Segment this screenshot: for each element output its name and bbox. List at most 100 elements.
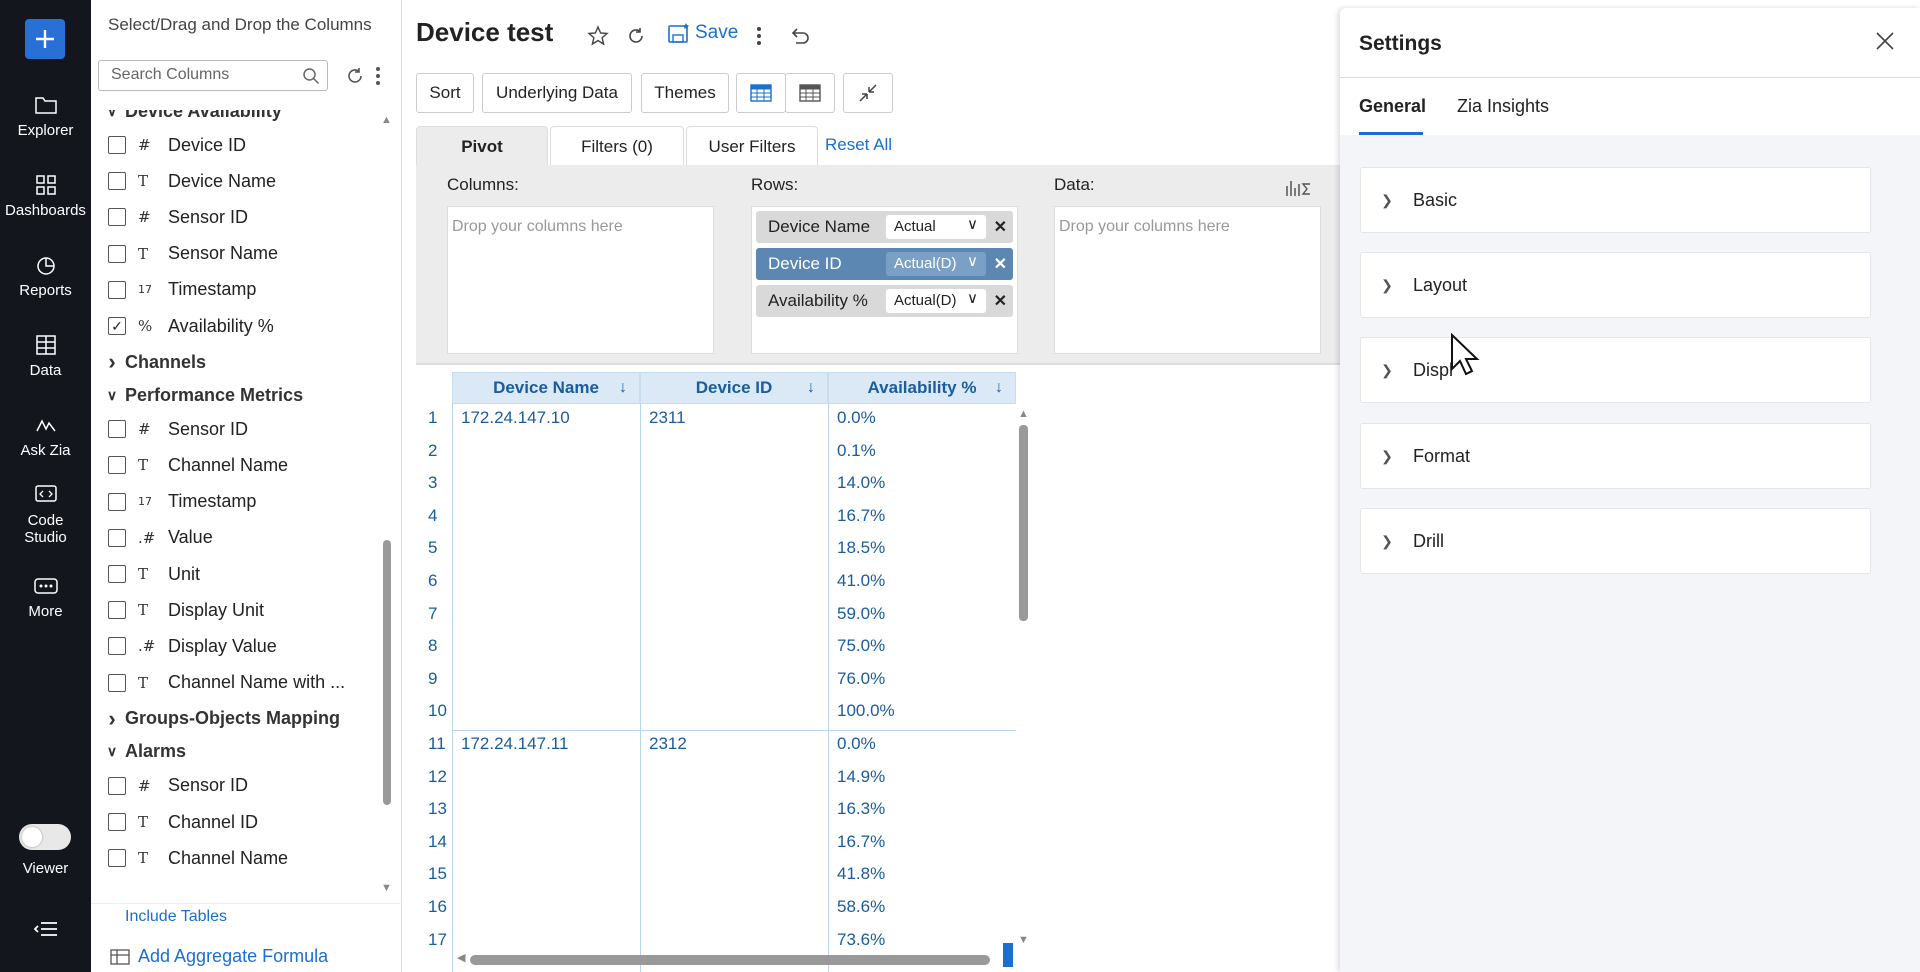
checkbox[interactable] xyxy=(108,208,126,227)
column-group-1[interactable]: › Channels xyxy=(91,347,381,377)
column-item[interactable]: T Device Name xyxy=(91,166,381,196)
row-field-chip[interactable]: Device ID Actual(D) ∨ ✕ xyxy=(756,248,1013,280)
save-button[interactable]: Save xyxy=(667,22,738,44)
tab-pivot[interactable]: Pivot xyxy=(416,126,548,166)
availability-cell[interactable]: 73.6% xyxy=(837,930,885,950)
tab-zia-insights[interactable]: Zia Insights xyxy=(1457,96,1549,117)
availability-cell[interactable]: 18.5% xyxy=(837,538,885,558)
sort-arrow-icon[interactable]: ↓ xyxy=(807,379,815,397)
checkbox[interactable] xyxy=(108,601,126,620)
grid-scroll-left-icon[interactable]: ◀ xyxy=(457,951,465,964)
column-group-2[interactable]: ∨ Performance Metrics xyxy=(91,380,381,410)
column-item[interactable]: T Display Unit xyxy=(91,595,381,625)
column-item[interactable]: T Unit xyxy=(91,559,381,589)
accordion-drill[interactable]: ❯ Drill xyxy=(1360,508,1871,574)
grid-vertical-scrollbar[interactable] xyxy=(1019,425,1028,621)
availability-cell[interactable]: 0.0% xyxy=(837,734,876,754)
accordion-format[interactable]: ❯ Format xyxy=(1360,423,1871,489)
checkbox[interactable] xyxy=(108,244,126,263)
chart-summary-icon[interactable] xyxy=(1284,178,1312,198)
checkbox[interactable] xyxy=(108,136,126,154)
sort-arrow-icon[interactable]: ↓ xyxy=(619,379,627,397)
column-group-4[interactable]: ∨ Alarms xyxy=(91,737,381,767)
availability-cell[interactable]: 58.6% xyxy=(837,897,885,917)
column-item[interactable]: # Device ID xyxy=(91,130,381,160)
nav-dashboards[interactable]: Dashboards xyxy=(0,174,91,219)
row-field-chip[interactable]: Device Name Actual ∨ ✕ xyxy=(756,211,1013,243)
column-item[interactable]: T Channel ID xyxy=(91,807,381,837)
availability-cell[interactable]: 41.8% xyxy=(837,864,885,884)
column-header[interactable]: Availability % ↓ xyxy=(828,372,1016,404)
tab-filters[interactable]: Filters (0) xyxy=(550,126,684,166)
availability-cell[interactable]: 16.7% xyxy=(837,506,885,526)
column-item[interactable]: .# Display Value xyxy=(91,631,381,661)
collapse-nav-icon[interactable] xyxy=(33,918,59,945)
device-id-cell[interactable]: 2312 xyxy=(649,734,687,754)
column-header[interactable]: Device ID ↓ xyxy=(640,372,828,404)
nav-more[interactable]: More xyxy=(0,575,91,620)
grid-resize-handle[interactable] xyxy=(1003,943,1013,967)
table-layout-button[interactable] xyxy=(736,73,786,113)
availability-cell[interactable]: 14.0% xyxy=(837,473,885,493)
checkbox[interactable] xyxy=(108,849,126,868)
columns-drop-zone[interactable]: Drop your columns here xyxy=(447,206,714,354)
column-group-0[interactable]: ∨ Device Availability xyxy=(91,110,381,126)
nav-explorer[interactable]: Explorer xyxy=(0,94,91,139)
aggregation-dropdown[interactable]: Actual(D) ∨ xyxy=(886,252,986,276)
nav-reports[interactable]: Reports xyxy=(0,254,91,299)
refresh-icon[interactable] xyxy=(345,66,365,86)
accordion-layout[interactable]: ❯ Layout xyxy=(1360,252,1871,318)
checkbox[interactable] xyxy=(108,280,126,299)
close-icon[interactable] xyxy=(1874,30,1896,52)
grid-horizontal-scrollbar[interactable] xyxy=(470,955,990,965)
column-item[interactable]: T Channel Name xyxy=(91,450,381,480)
undo-icon[interactable] xyxy=(788,25,810,47)
checkbox[interactable] xyxy=(108,813,126,831)
column-item[interactable]: T Channel Name xyxy=(91,843,381,873)
checkbox[interactable] xyxy=(108,673,126,692)
favorite-star-icon[interactable] xyxy=(587,25,609,47)
checkbox[interactable]: ✓ xyxy=(108,317,126,335)
more-options-icon[interactable] xyxy=(375,66,381,86)
checkbox[interactable] xyxy=(108,637,126,656)
availability-cell[interactable]: 100.0% xyxy=(837,701,895,721)
collapse-button[interactable] xyxy=(843,73,893,113)
column-item[interactable]: T Sensor Name xyxy=(91,239,381,269)
sort-arrow-icon[interactable]: ↓ xyxy=(995,379,1003,397)
aggregation-dropdown[interactable]: Actual ∨ xyxy=(886,215,986,239)
data-drop-zone[interactable]: Drop your columns here xyxy=(1054,206,1321,354)
checkbox[interactable] xyxy=(108,528,126,547)
availability-cell[interactable]: 76.0% xyxy=(837,669,885,689)
compact-layout-button[interactable] xyxy=(785,73,835,113)
accordion-display[interactable]: ❯ Displ xyxy=(1360,337,1871,403)
availability-cell[interactable]: 14.9% xyxy=(837,767,885,787)
column-item[interactable]: 17 Timestamp xyxy=(91,487,381,517)
checkbox[interactable] xyxy=(108,172,126,191)
availability-cell[interactable]: 16.3% xyxy=(837,799,885,819)
device-id-cell[interactable]: 2311 xyxy=(649,408,686,428)
grid-scroll-up-icon[interactable]: ▲ xyxy=(1018,408,1029,420)
availability-cell[interactable]: 0.0% xyxy=(837,408,876,428)
search-columns-input[interactable]: Search Columns xyxy=(98,60,328,91)
checkbox[interactable] xyxy=(108,776,126,795)
row-field-chip[interactable]: Availability % Actual(D) ∨ ✕ xyxy=(756,285,1013,317)
column-item[interactable]: # Sensor ID xyxy=(91,771,381,801)
tree-scrollbar[interactable] xyxy=(383,540,391,805)
column-item[interactable]: .# Value xyxy=(91,523,381,553)
column-item[interactable]: # Sensor ID xyxy=(91,414,381,444)
column-item[interactable]: T Channel Name with ... xyxy=(91,668,381,698)
checkbox[interactable] xyxy=(108,456,126,475)
remove-field-icon[interactable]: ✕ xyxy=(994,254,1007,274)
more-actions-icon[interactable] xyxy=(756,25,762,47)
grid-scroll-down-icon[interactable]: ▼ xyxy=(1018,934,1029,946)
aggregation-dropdown[interactable]: Actual(D) ∨ xyxy=(886,289,986,313)
nav-ask-zia[interactable]: Ask Zia xyxy=(0,414,91,459)
themes-button[interactable]: Themes xyxy=(641,73,729,113)
tab-user-filters[interactable]: User Filters xyxy=(686,126,818,166)
column-header[interactable]: Device Name ↓ xyxy=(452,372,640,404)
column-item[interactable]: # Sensor ID xyxy=(91,202,381,232)
reload-icon[interactable] xyxy=(625,25,647,47)
availability-cell[interactable]: 41.0% xyxy=(837,571,885,591)
column-group-3[interactable]: › Groups-Objects Mapping xyxy=(91,704,381,734)
scroll-down-icon[interactable]: ▼ xyxy=(381,882,392,894)
